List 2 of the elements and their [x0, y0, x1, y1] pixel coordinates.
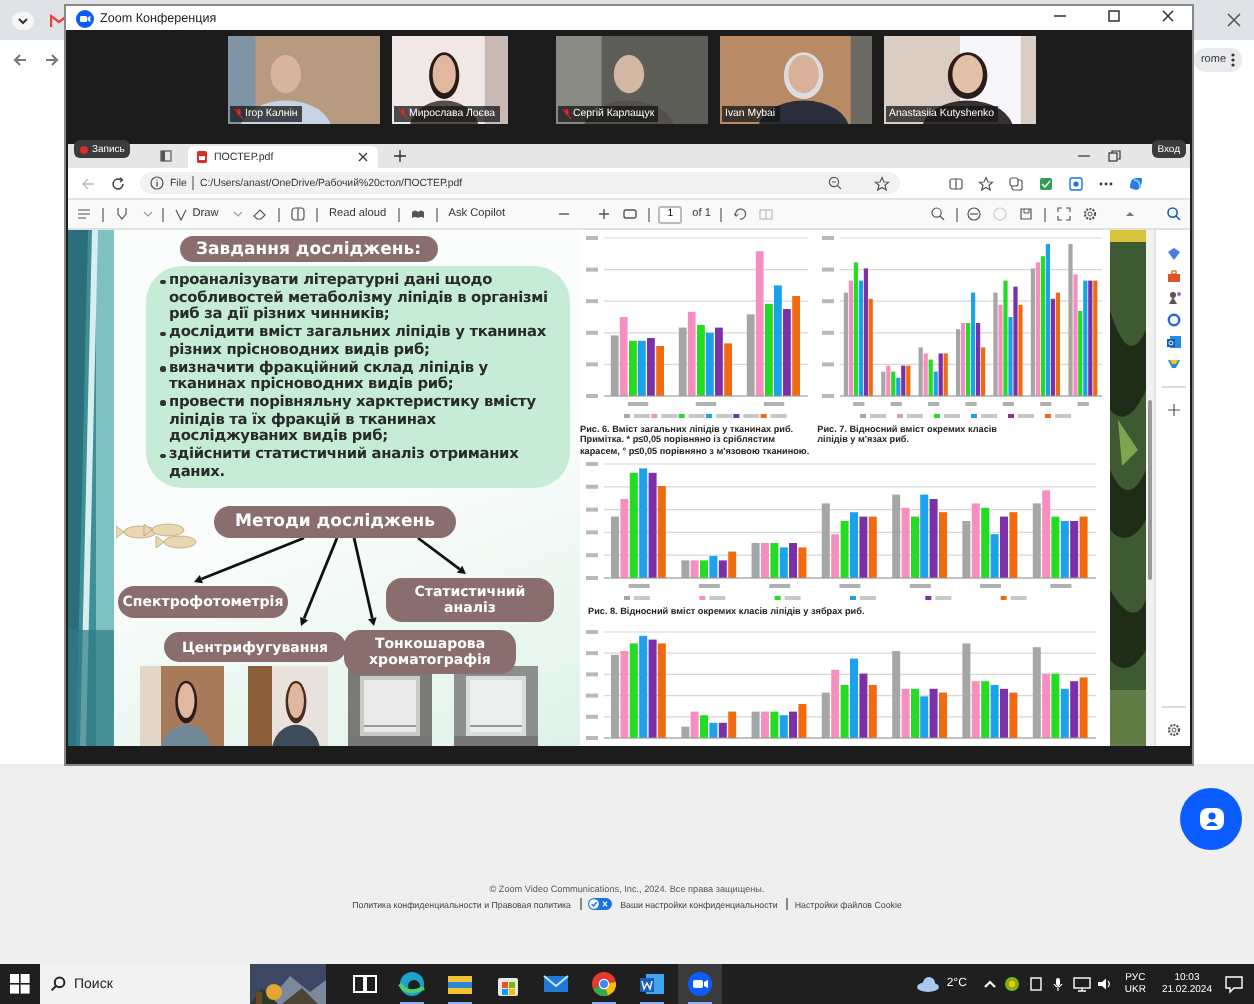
section-title: Методи досліджень — [214, 506, 456, 539]
section-title: Завдання досліджень: — [180, 236, 438, 262]
